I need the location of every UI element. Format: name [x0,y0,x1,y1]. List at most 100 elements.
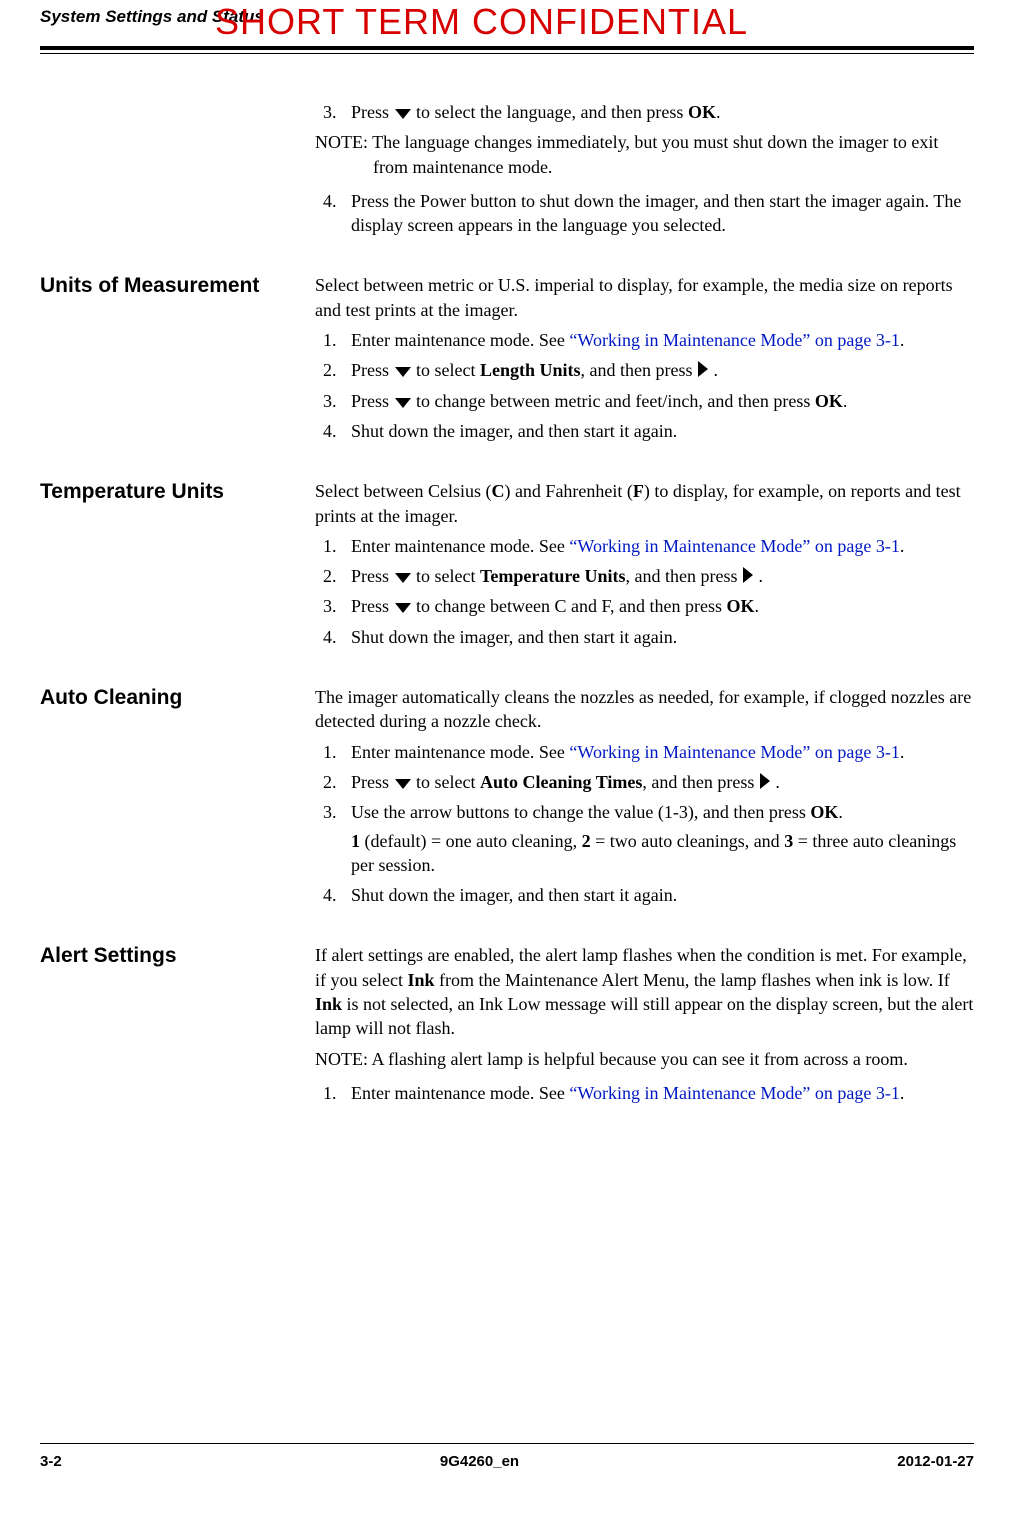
down-arrow-icon [394,397,412,409]
cross-ref-link[interactable]: “Working in Maintenance Mode” on page 3-… [569,1083,899,1103]
down-arrow-icon [394,108,412,120]
step-text: , and then press [642,772,758,792]
step-item: 2. Press to select Length Units, and the… [343,358,974,382]
step-text: Press [351,596,394,616]
step-text: . [900,1083,905,1103]
footer-page-number: 3-2 [40,1452,62,1472]
page-footer: 3-2 9G4260_en 2012-01-27 [40,1443,974,1472]
ink-label: Ink [407,970,434,990]
section-heading-autocleaning: Auto Cleaning [40,685,315,710]
step-item: 4. Shut down the imager, and then start … [343,625,974,649]
step-text: , and then press [626,566,742,586]
footer-doc-id: 9G4260_en [440,1452,519,1472]
text: = two auto cleanings, and [591,831,785,851]
step-text: to change between metric and feet/inch, … [416,391,815,411]
step-number: 4. [323,883,337,907]
step-number: 3. [323,389,337,413]
step-number: 3. [323,100,337,124]
value-1: 1 [351,831,360,851]
step-number: 1. [323,534,337,558]
step-text: Press [351,360,394,380]
page-content: 3. Press to select the language, and the… [40,100,974,1111]
step-item: 3. Press to change between C and F, and … [343,594,974,618]
step-number: 4. [323,625,337,649]
step-text: Use the arrow buttons to change the valu… [351,802,810,822]
step-number: 3. [323,800,337,824]
step-number: 3. [323,594,337,618]
right-arrow-icon [697,360,709,378]
down-arrow-icon [394,602,412,614]
section-intro: Select between metric or U.S. imperial t… [315,273,974,322]
step-item: 4. Shut down the imager, and then start … [343,419,974,443]
step-item: 4. Press the Power button to shut down t… [343,189,974,238]
step-number: 2. [323,564,337,588]
step-text: Press [351,102,394,122]
ink-label: Ink [315,994,342,1014]
step-item: 1. Enter maintenance mode. See “Working … [343,1081,974,1105]
value-2: 2 [582,831,591,851]
text: from the Maintenance Alert Menu, the lam… [435,970,950,990]
step-text: , and then press [581,360,697,380]
step-text: . [755,596,760,616]
step-text: Enter maintenance mode. See [351,330,569,350]
note-text: NOTE: A flashing alert lamp is helpful b… [315,1047,974,1071]
step-item: 2. Press to select Auto Cleaning Times, … [343,770,974,794]
step-number: 1. [323,740,337,764]
step-number: 1. [323,328,337,352]
step-sub-text: 1 (default) = one auto cleaning, 2 = two… [351,829,974,878]
step-text: Press the Power button to shut down the … [351,191,961,235]
step-text: . [900,742,905,762]
ok-label: OK [810,802,838,822]
step-number: 4. [323,189,337,213]
section-intro: Select between Celsius (C) and Fahrenhei… [315,479,974,528]
page-header: System Settings and Status SHORT TERM CO… [40,0,974,50]
step-text: to select [416,566,480,586]
step-text: to select the language, and then press [416,102,688,122]
step-text: Enter maintenance mode. See [351,536,569,556]
ok-label: OK [727,596,755,616]
down-arrow-icon [394,778,412,790]
ok-label: OK [688,102,716,122]
section-intro: The imager automatically cleans the nozz… [315,685,974,734]
step-text: . [843,391,848,411]
down-arrow-icon [394,572,412,584]
note-text: NOTE: The language changes immediately, … [315,130,974,179]
step-item: 1. Enter maintenance mode. See “Working … [343,534,974,558]
unit-f: F [633,481,644,501]
step-text: Enter maintenance mode. See [351,742,569,762]
text: is not selected, an Ink Low message will… [315,994,973,1038]
section-heading-units: Units of Measurement [40,273,315,298]
right-arrow-icon [742,566,754,584]
step-item: 2. Press to select Temperature Units, an… [343,564,974,588]
right-arrow-icon [759,772,771,790]
text: (default) = one auto cleaning, [360,831,582,851]
confidential-watermark: SHORT TERM CONFIDENTIAL [215,0,748,47]
step-item: 3. Press to select the language, and the… [343,100,974,124]
menu-item-label: Length Units [480,360,581,380]
section-heading-alert: Alert Settings [40,943,315,968]
step-item: 1. Enter maintenance mode. See “Working … [343,740,974,764]
step-text: to select [416,772,480,792]
unit-c: C [491,481,504,501]
step-text: . [714,360,719,380]
step-text: Enter maintenance mode. See [351,1083,569,1103]
step-text: Press [351,391,394,411]
step-text: Shut down the imager, and then start it … [351,421,677,441]
step-text: to change between C and F, and then pres… [416,596,726,616]
step-item: 3. Press to change between metric and fe… [343,389,974,413]
step-item: 1. Enter maintenance mode. See “Working … [343,328,974,352]
step-number: 2. [323,770,337,794]
footer-date: 2012-01-27 [897,1452,974,1472]
menu-item-label: Temperature Units [480,566,626,586]
step-text: . [758,566,763,586]
text: ) and Fahrenheit ( [504,481,632,501]
step-number: 1. [323,1081,337,1105]
step-text: Shut down the imager, and then start it … [351,885,677,905]
step-number: 4. [323,419,337,443]
cross-ref-link[interactable]: “Working in Maintenance Mode” on page 3-… [569,536,899,556]
step-text: . [900,330,905,350]
cross-ref-link[interactable]: “Working in Maintenance Mode” on page 3-… [569,742,899,762]
cross-ref-link[interactable]: “Working in Maintenance Mode” on page 3-… [569,330,899,350]
step-text: . [775,772,780,792]
step-text: to select [416,360,480,380]
